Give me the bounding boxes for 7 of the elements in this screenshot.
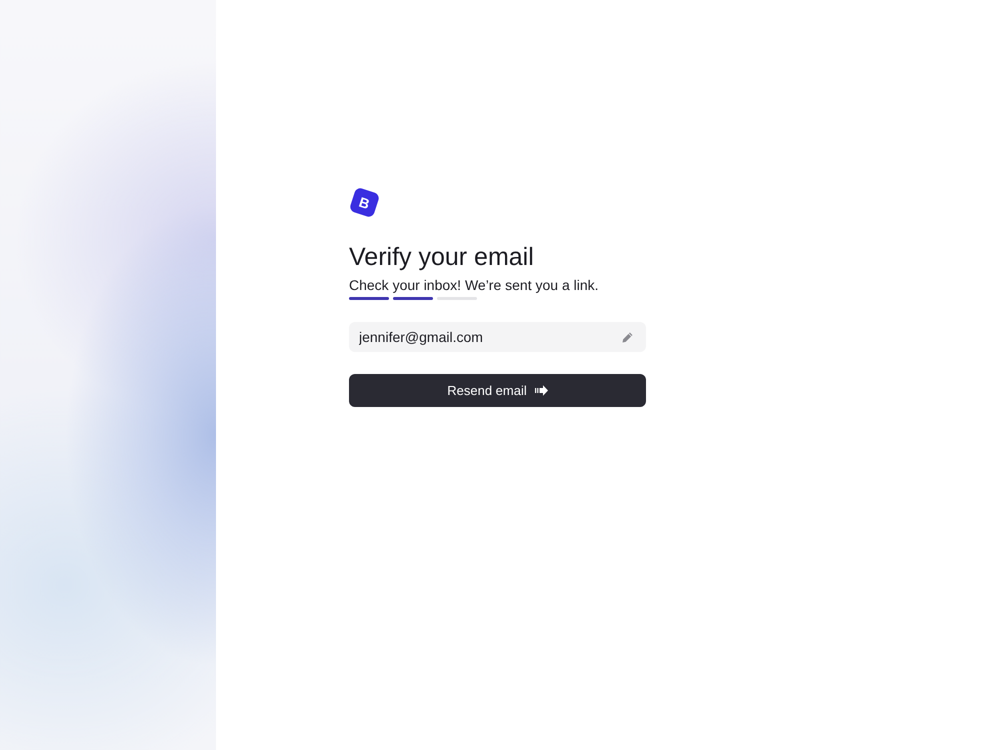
arrow-right-icon [534,385,548,396]
resend-email-button[interactable]: Resend email [349,374,646,408]
pencil-icon[interactable] [622,332,633,343]
instruction-text: Check your inbox! We’re sent you a link. [349,276,600,294]
email-field[interactable]: jennifer@gmail.com [349,322,646,352]
logo: B [348,186,380,218]
page-title: Verify your email [349,242,535,272]
